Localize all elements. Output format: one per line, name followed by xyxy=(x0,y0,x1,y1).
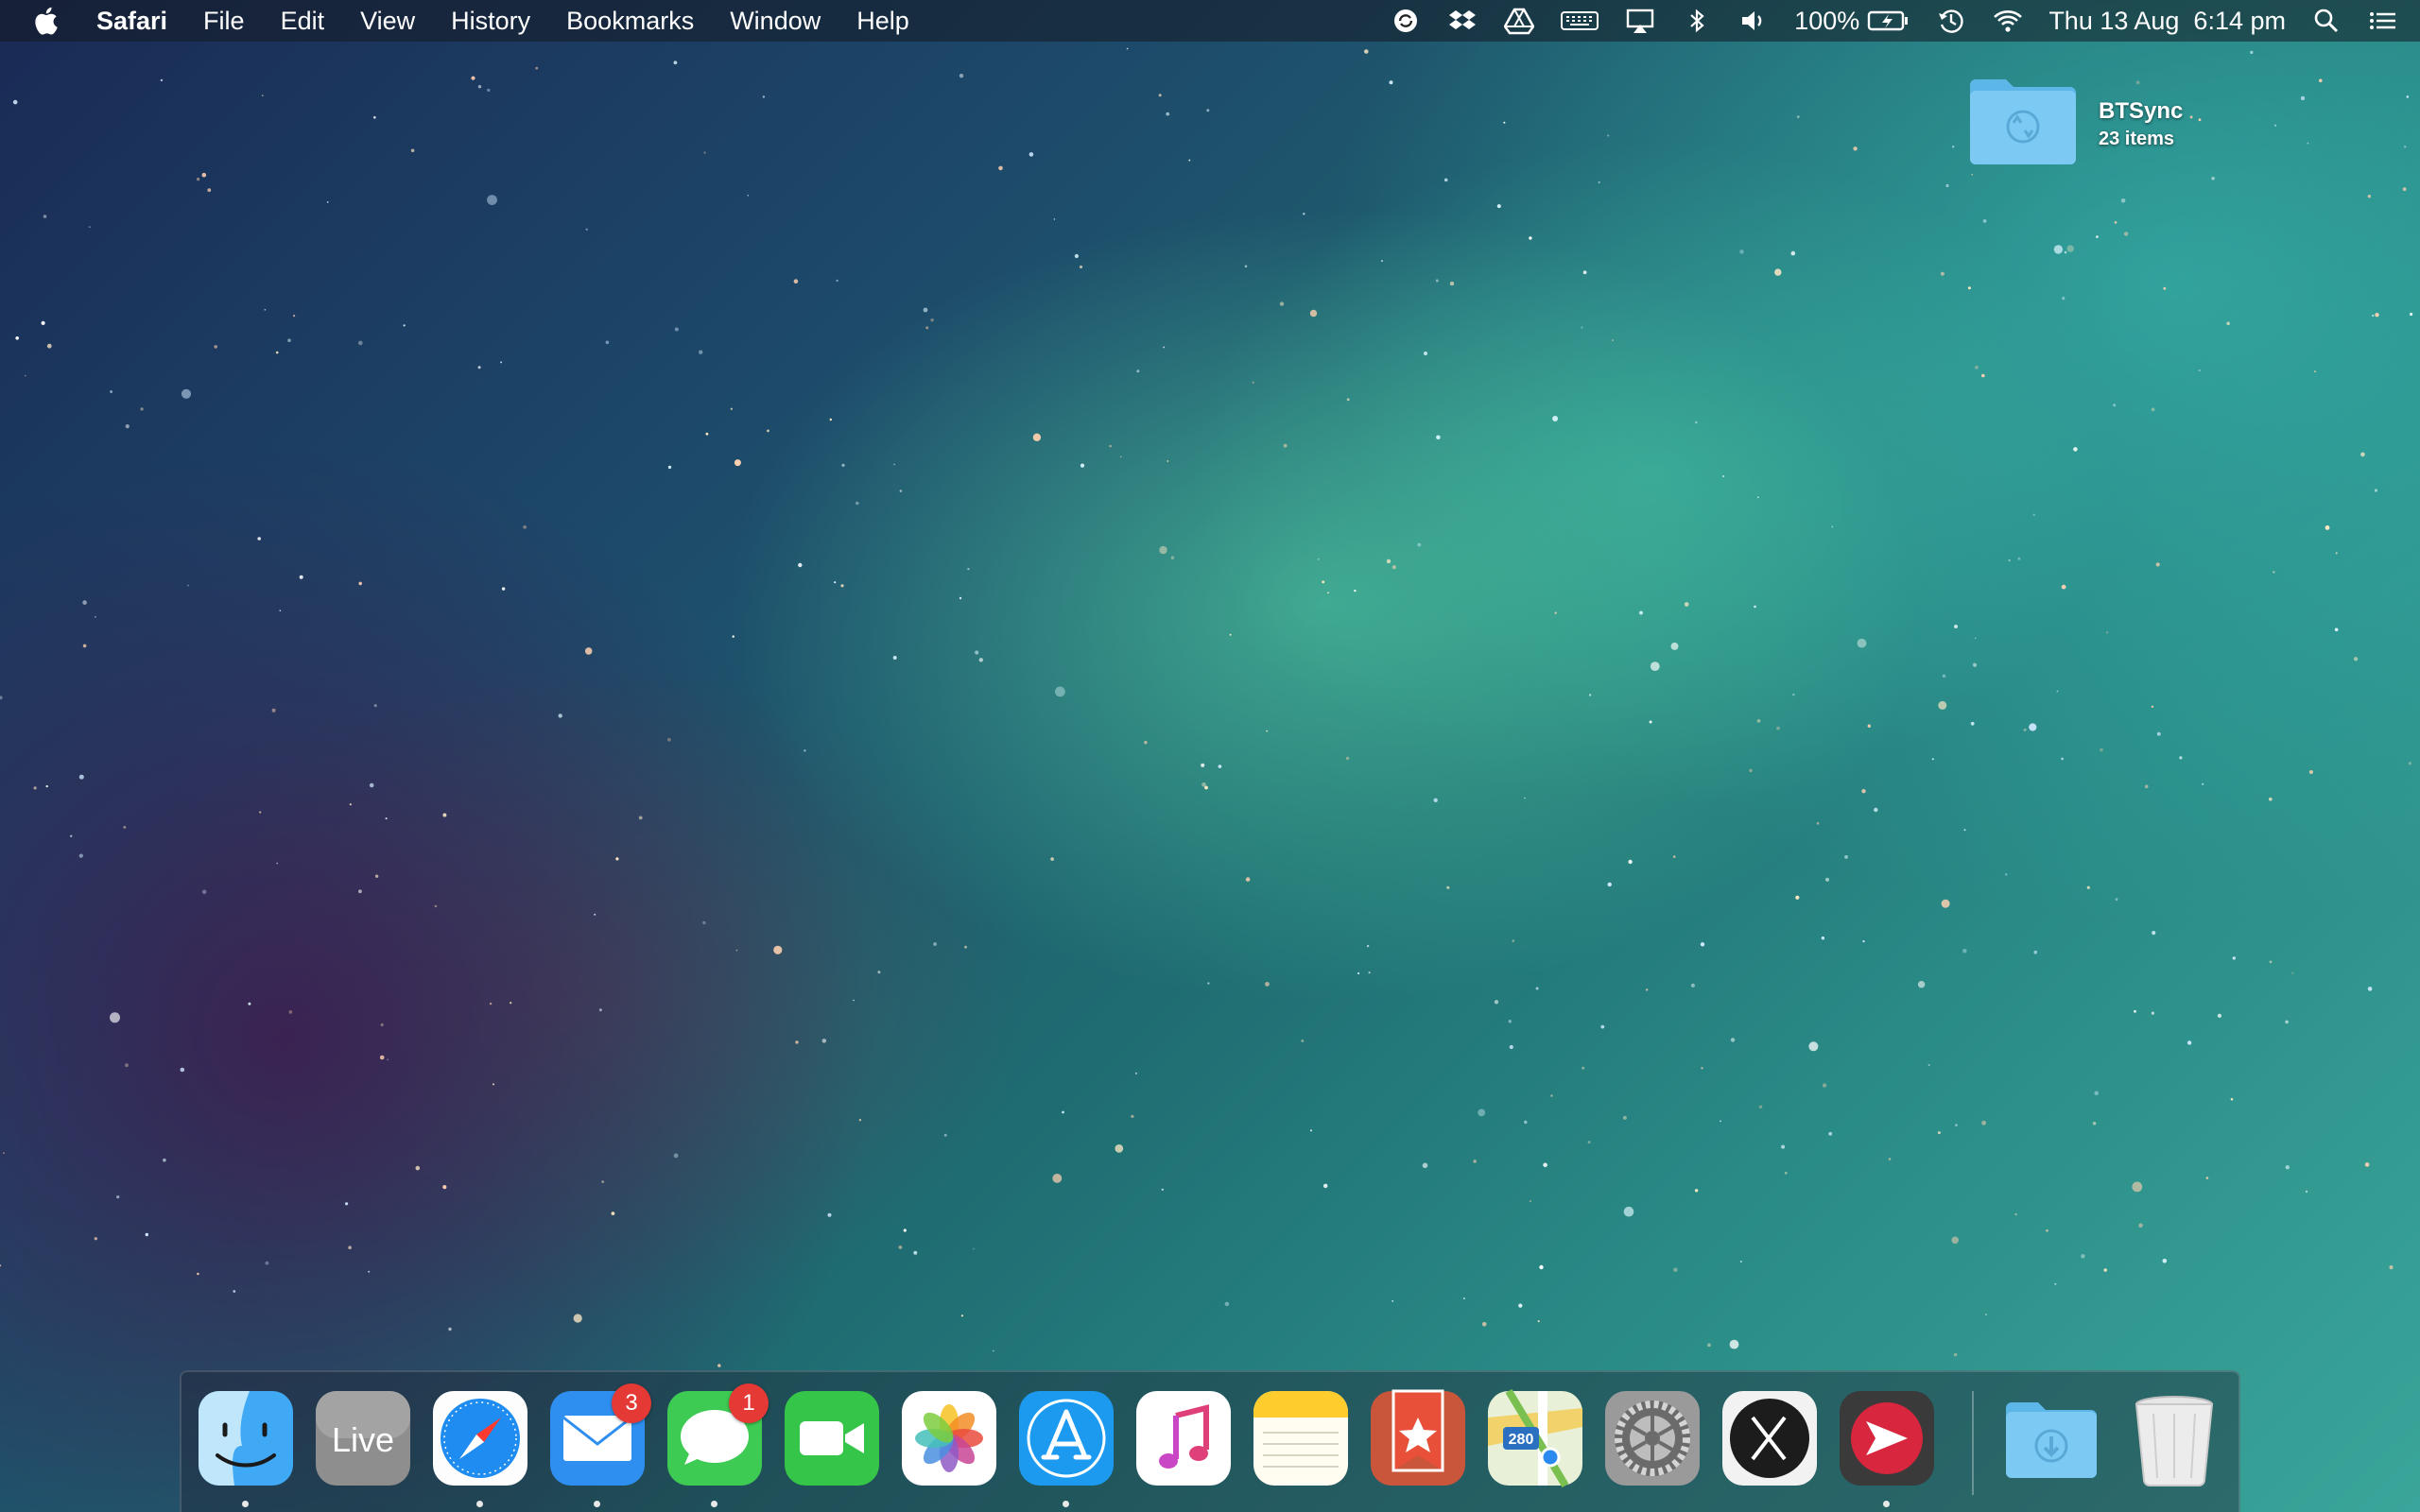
menu-bar: Safari File Edit View History Bookmarks … xyxy=(0,0,2420,42)
dock-app-finder[interactable] xyxy=(197,1389,295,1487)
dock-app-app-store[interactable] xyxy=(1017,1389,1115,1487)
running-indicator xyxy=(476,1501,483,1507)
x-app-icon xyxy=(1722,1391,1817,1486)
messages-badge: 1 xyxy=(729,1383,769,1423)
wunderlist-icon xyxy=(1371,1389,1465,1486)
dropbox-icon[interactable] xyxy=(1446,7,1478,35)
dock-app-photos[interactable] xyxy=(900,1389,998,1487)
bluetooth-icon[interactable] xyxy=(1681,7,1713,35)
menu-edit[interactable]: Edit xyxy=(281,7,325,36)
notes-icon xyxy=(1253,1391,1348,1486)
maps-icon: 280 xyxy=(1488,1389,1582,1487)
wallpaper-stars xyxy=(0,47,2413,1367)
dock-app-itunes[interactable] xyxy=(1134,1389,1233,1487)
mail-badge: 3 xyxy=(612,1383,651,1423)
list-icon[interactable] xyxy=(2367,7,2399,35)
trash-icon xyxy=(2135,1396,2214,1486)
itunes-icon xyxy=(1136,1391,1231,1486)
dock-trash[interactable] xyxy=(2125,1389,2223,1487)
clock-datetime[interactable]: Thu 13 Aug 6:14 pm xyxy=(2048,7,2286,36)
sync-circle-icon[interactable] xyxy=(1390,7,1422,35)
live-label: Live xyxy=(332,1420,394,1459)
running-indicator xyxy=(1883,1501,1890,1507)
battery-percent[interactable]: 100% xyxy=(1794,7,1859,36)
downloads-folder-icon xyxy=(2006,1402,2097,1478)
arrow-app-icon xyxy=(1840,1391,1934,1486)
running-indicator xyxy=(711,1501,717,1507)
menu-history[interactable]: History xyxy=(451,7,530,36)
dock-app-system-preferences[interactable] xyxy=(1603,1389,1702,1487)
battery-charging-icon[interactable] xyxy=(1867,7,1910,35)
dock-app-vysor[interactable] xyxy=(1838,1389,1936,1487)
volume-icon[interactable] xyxy=(1737,7,1770,35)
photos-icon xyxy=(902,1391,996,1486)
safari-icon xyxy=(433,1391,527,1486)
dock-app-notes[interactable] xyxy=(1252,1389,1350,1487)
dock-app-maps[interactable]: 280 xyxy=(1486,1389,1584,1487)
dock-app-live[interactable]: Live xyxy=(314,1389,412,1487)
keyboard-icon[interactable] xyxy=(1560,7,1599,35)
dock-app-facetime[interactable] xyxy=(783,1389,881,1487)
menu-bookmarks[interactable]: Bookmarks xyxy=(566,7,694,36)
dock-stack-downloads[interactable] xyxy=(2002,1389,2100,1487)
live-icon: Live xyxy=(316,1391,410,1486)
dock-app-safari[interactable] xyxy=(431,1389,529,1487)
dock-separator xyxy=(1972,1391,1974,1495)
google-drive-icon[interactable] xyxy=(1503,7,1535,35)
menu-app-name[interactable]: Safari xyxy=(96,7,167,36)
apple-logo-icon[interactable] xyxy=(34,6,60,36)
running-indicator xyxy=(594,1501,600,1507)
system-preferences-icon xyxy=(1605,1391,1700,1486)
finder-icon xyxy=(199,1391,293,1486)
menu-help[interactable]: Help xyxy=(856,7,909,36)
menu-file[interactable]: File xyxy=(203,7,245,36)
menu-view[interactable]: View xyxy=(360,7,415,36)
dock-app-x[interactable] xyxy=(1720,1389,1819,1487)
wifi-icon[interactable] xyxy=(1992,7,2024,35)
running-indicator xyxy=(1063,1501,1069,1507)
search-icon[interactable] xyxy=(2310,7,2342,35)
running-indicator xyxy=(242,1501,249,1507)
app-store-icon xyxy=(1019,1391,1114,1486)
folder-item-count: 23 items xyxy=(2099,129,2175,149)
maps-road-label: 280 xyxy=(1509,1432,1534,1448)
folder-icon xyxy=(1970,79,2076,164)
dock-app-wunderlist[interactable] xyxy=(1369,1389,1467,1487)
facetime-icon xyxy=(785,1391,879,1486)
airplay-icon[interactable] xyxy=(1624,7,1656,35)
time-machine-icon[interactable] xyxy=(1935,7,1967,35)
folder-name: BTSync xyxy=(2099,98,2184,124)
menu-window[interactable]: Window xyxy=(730,7,821,36)
desktop-folder-btsync[interactable]: BTSync 23 items xyxy=(1966,74,2288,178)
